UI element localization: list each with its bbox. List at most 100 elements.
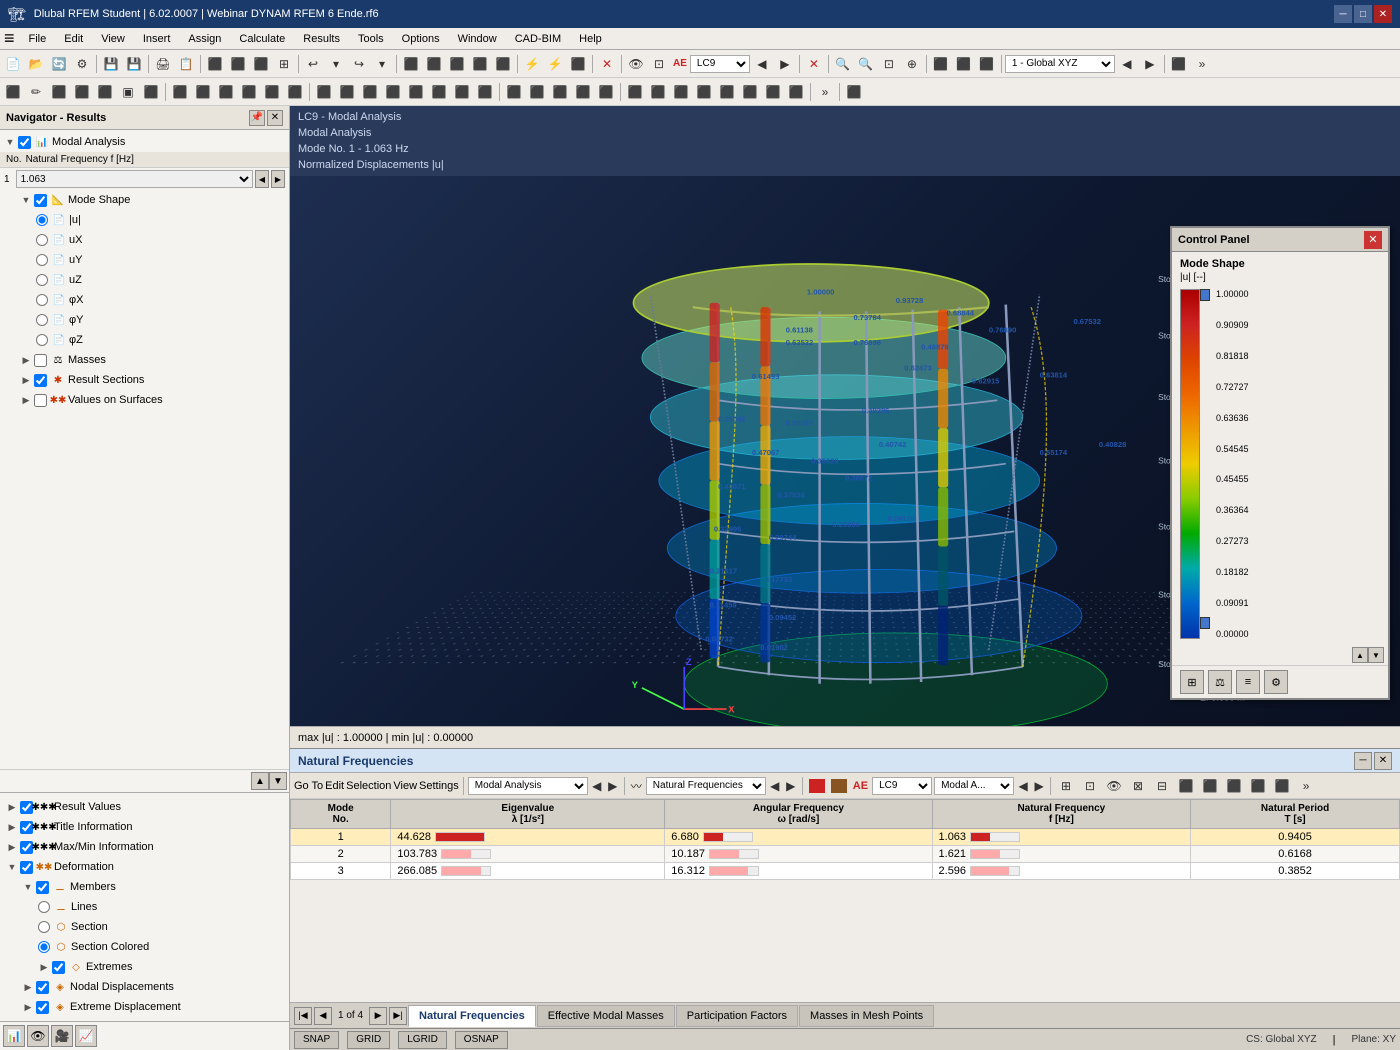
zoom1-button[interactable]: 🔍 bbox=[832, 54, 854, 74]
uy-item[interactable]: 📄 uY bbox=[32, 250, 289, 270]
view1-button[interactable]: ⬛ bbox=[204, 54, 226, 74]
bp-close-button[interactable]: ✕ bbox=[1374, 752, 1392, 770]
bp-tool8[interactable]: ⬛ bbox=[1223, 776, 1245, 796]
r2-b23[interactable]: ⬛ bbox=[526, 82, 548, 102]
bp-first[interactable]: |◀ bbox=[294, 1007, 312, 1025]
stop-button[interactable]: ✕ bbox=[596, 54, 618, 74]
values-surfaces-checkbox[interactable] bbox=[34, 394, 47, 407]
r2-b25[interactable]: ⬛ bbox=[572, 82, 594, 102]
bp-edit[interactable]: Edit bbox=[325, 780, 344, 792]
extremes-checkbox[interactable] bbox=[52, 961, 65, 974]
freq-prev[interactable]: ◀ bbox=[255, 170, 269, 188]
zoom4-button[interactable]: ⊕ bbox=[901, 54, 923, 74]
mode-shape-checkbox[interactable] bbox=[34, 194, 47, 207]
view-opt-button[interactable]: ⊡ bbox=[648, 54, 670, 74]
menu-insert[interactable]: Insert bbox=[135, 31, 179, 47]
cp-close-button[interactable]: ✕ bbox=[1364, 231, 1382, 249]
bp-tool3[interactable]: 👁 bbox=[1103, 776, 1125, 796]
vs-expand-icon[interactable]: ▶ bbox=[20, 394, 32, 406]
tool2-button[interactable]: ⬛ bbox=[423, 54, 445, 74]
extremes-item[interactable]: ▶ ◇ Extremes bbox=[34, 957, 287, 977]
tab-natural-frequencies[interactable]: Natural Frequencies bbox=[408, 1005, 536, 1027]
menu-assign[interactable]: Assign bbox=[180, 31, 229, 47]
table-row[interactable]: 3 266.085 16.312 bbox=[291, 863, 1400, 880]
r2-b6[interactable]: ▣ bbox=[117, 82, 139, 102]
r2-b12[interactable]: ⬛ bbox=[261, 82, 283, 102]
phiy-item[interactable]: 📄 φY bbox=[32, 310, 289, 330]
r2-b3[interactable]: ⬛ bbox=[48, 82, 70, 102]
r2-b30[interactable]: ⬛ bbox=[693, 82, 715, 102]
menu-view[interactable]: View bbox=[93, 31, 133, 47]
bp-tool2[interactable]: ⊡ bbox=[1079, 776, 1101, 796]
bp-last[interactable]: ▶| bbox=[389, 1007, 407, 1025]
rv-expand[interactable]: ▶ bbox=[6, 801, 18, 813]
r2-b10[interactable]: ⬛ bbox=[215, 82, 237, 102]
section-colored-item[interactable]: ⬡ Section Colored bbox=[34, 937, 287, 957]
snap-button[interactable]: SNAP bbox=[294, 1031, 339, 1049]
lines-radio[interactable] bbox=[38, 901, 50, 913]
minimize-button[interactable]: ─ bbox=[1334, 5, 1352, 23]
bp-settings[interactable]: Settings bbox=[419, 780, 459, 792]
menu-edit[interactable]: Edit bbox=[56, 31, 91, 47]
nav-icon-view[interactable]: 👁 bbox=[27, 1025, 49, 1047]
bp-goto[interactable]: Go To bbox=[294, 780, 323, 792]
r2-b20[interactable]: ⬛ bbox=[451, 82, 473, 102]
settings-button[interactable]: ⚙ bbox=[71, 54, 93, 74]
lines-item[interactable]: ⚊ Lines bbox=[34, 897, 287, 917]
def-expand[interactable]: ▼ bbox=[6, 861, 18, 873]
cp-scale-btn[interactable]: ⚖ bbox=[1208, 670, 1232, 694]
r2-b15[interactable]: ⬛ bbox=[336, 82, 358, 102]
lc-next[interactable]: ▶ bbox=[774, 54, 796, 74]
view-all-button[interactable]: 👁 bbox=[625, 54, 647, 74]
r2-b29[interactable]: ⬛ bbox=[670, 82, 692, 102]
r2-b22[interactable]: ⬛ bbox=[503, 82, 525, 102]
nav-icon-camera[interactable]: 🎥 bbox=[51, 1025, 73, 1047]
new-button[interactable]: 📄 bbox=[2, 54, 24, 74]
bp-more[interactable]: » bbox=[1295, 776, 1317, 796]
tab-masses-in-mesh-points[interactable]: Masses in Mesh Points bbox=[799, 1005, 934, 1027]
bp-tool5[interactable]: ⊟ bbox=[1151, 776, 1173, 796]
save-all-button[interactable]: 💾 bbox=[123, 54, 145, 74]
bp-analysis-prev[interactable]: ◀ bbox=[590, 776, 604, 796]
table-row[interactable]: 2 103.783 10.187 bbox=[291, 846, 1400, 863]
xyz-next[interactable]: ▶ bbox=[1139, 54, 1161, 74]
lc-prev[interactable]: ◀ bbox=[751, 54, 773, 74]
bp-tool4[interactable]: ⊠ bbox=[1127, 776, 1149, 796]
run2-button[interactable]: ⚡ bbox=[544, 54, 566, 74]
mode-shape-item[interactable]: ▼ 📐 Mode Shape bbox=[16, 190, 289, 210]
r2-b9[interactable]: ⬛ bbox=[192, 82, 214, 102]
bp-modal-prev[interactable]: ◀ bbox=[1016, 776, 1030, 796]
r2-b32[interactable]: ⬛ bbox=[739, 82, 761, 102]
ext-expand[interactable]: ▶ bbox=[38, 961, 50, 973]
r2-b31[interactable]: ⬛ bbox=[716, 82, 738, 102]
tool1-button[interactable]: ⬛ bbox=[400, 54, 422, 74]
bp-freq-combo[interactable]: Natural Frequencies bbox=[646, 777, 766, 795]
more2-button[interactable]: ⬛ bbox=[953, 54, 975, 74]
r2-more[interactable]: » bbox=[814, 82, 836, 102]
menu-results[interactable]: Results bbox=[295, 31, 348, 47]
menu-options[interactable]: Options bbox=[394, 31, 448, 47]
r2-last[interactable]: ⬛ bbox=[843, 82, 865, 102]
r2-b19[interactable]: ⬛ bbox=[428, 82, 450, 102]
tool3-button[interactable]: ⬛ bbox=[446, 54, 468, 74]
ti-expand[interactable]: ▶ bbox=[6, 821, 18, 833]
redo-arrow-button[interactable]: ▾ bbox=[371, 54, 393, 74]
nd-checkbox[interactable] bbox=[36, 981, 49, 994]
members-item[interactable]: ▼ ⚊ Members bbox=[18, 877, 287, 897]
bp-tool9[interactable]: ⬛ bbox=[1247, 776, 1269, 796]
refresh-button[interactable]: 🔄 bbox=[48, 54, 70, 74]
bp-view[interactable]: View bbox=[393, 780, 417, 792]
r2-b27[interactable]: ⬛ bbox=[624, 82, 646, 102]
display-button[interactable]: ⬛ bbox=[1168, 54, 1190, 74]
deformation-item[interactable]: ▼ ✱✱ Deformation bbox=[2, 857, 287, 877]
xyz-combo[interactable]: 1 - Global XYZ bbox=[1005, 55, 1115, 73]
nav-icon-chart[interactable]: 📈 bbox=[75, 1025, 97, 1047]
ux-item[interactable]: 📄 uX bbox=[32, 230, 289, 250]
masses-item[interactable]: ▶ ⚖ Masses bbox=[16, 350, 289, 370]
undo-button[interactable]: ↩ bbox=[302, 54, 324, 74]
phiz-radio[interactable] bbox=[36, 334, 48, 346]
rs-expand-icon[interactable]: ▶ bbox=[20, 374, 32, 386]
cp-list-btn[interactable]: ≡ bbox=[1236, 670, 1260, 694]
r2-b28[interactable]: ⬛ bbox=[647, 82, 669, 102]
stop2-button[interactable]: ✕ bbox=[803, 54, 825, 74]
